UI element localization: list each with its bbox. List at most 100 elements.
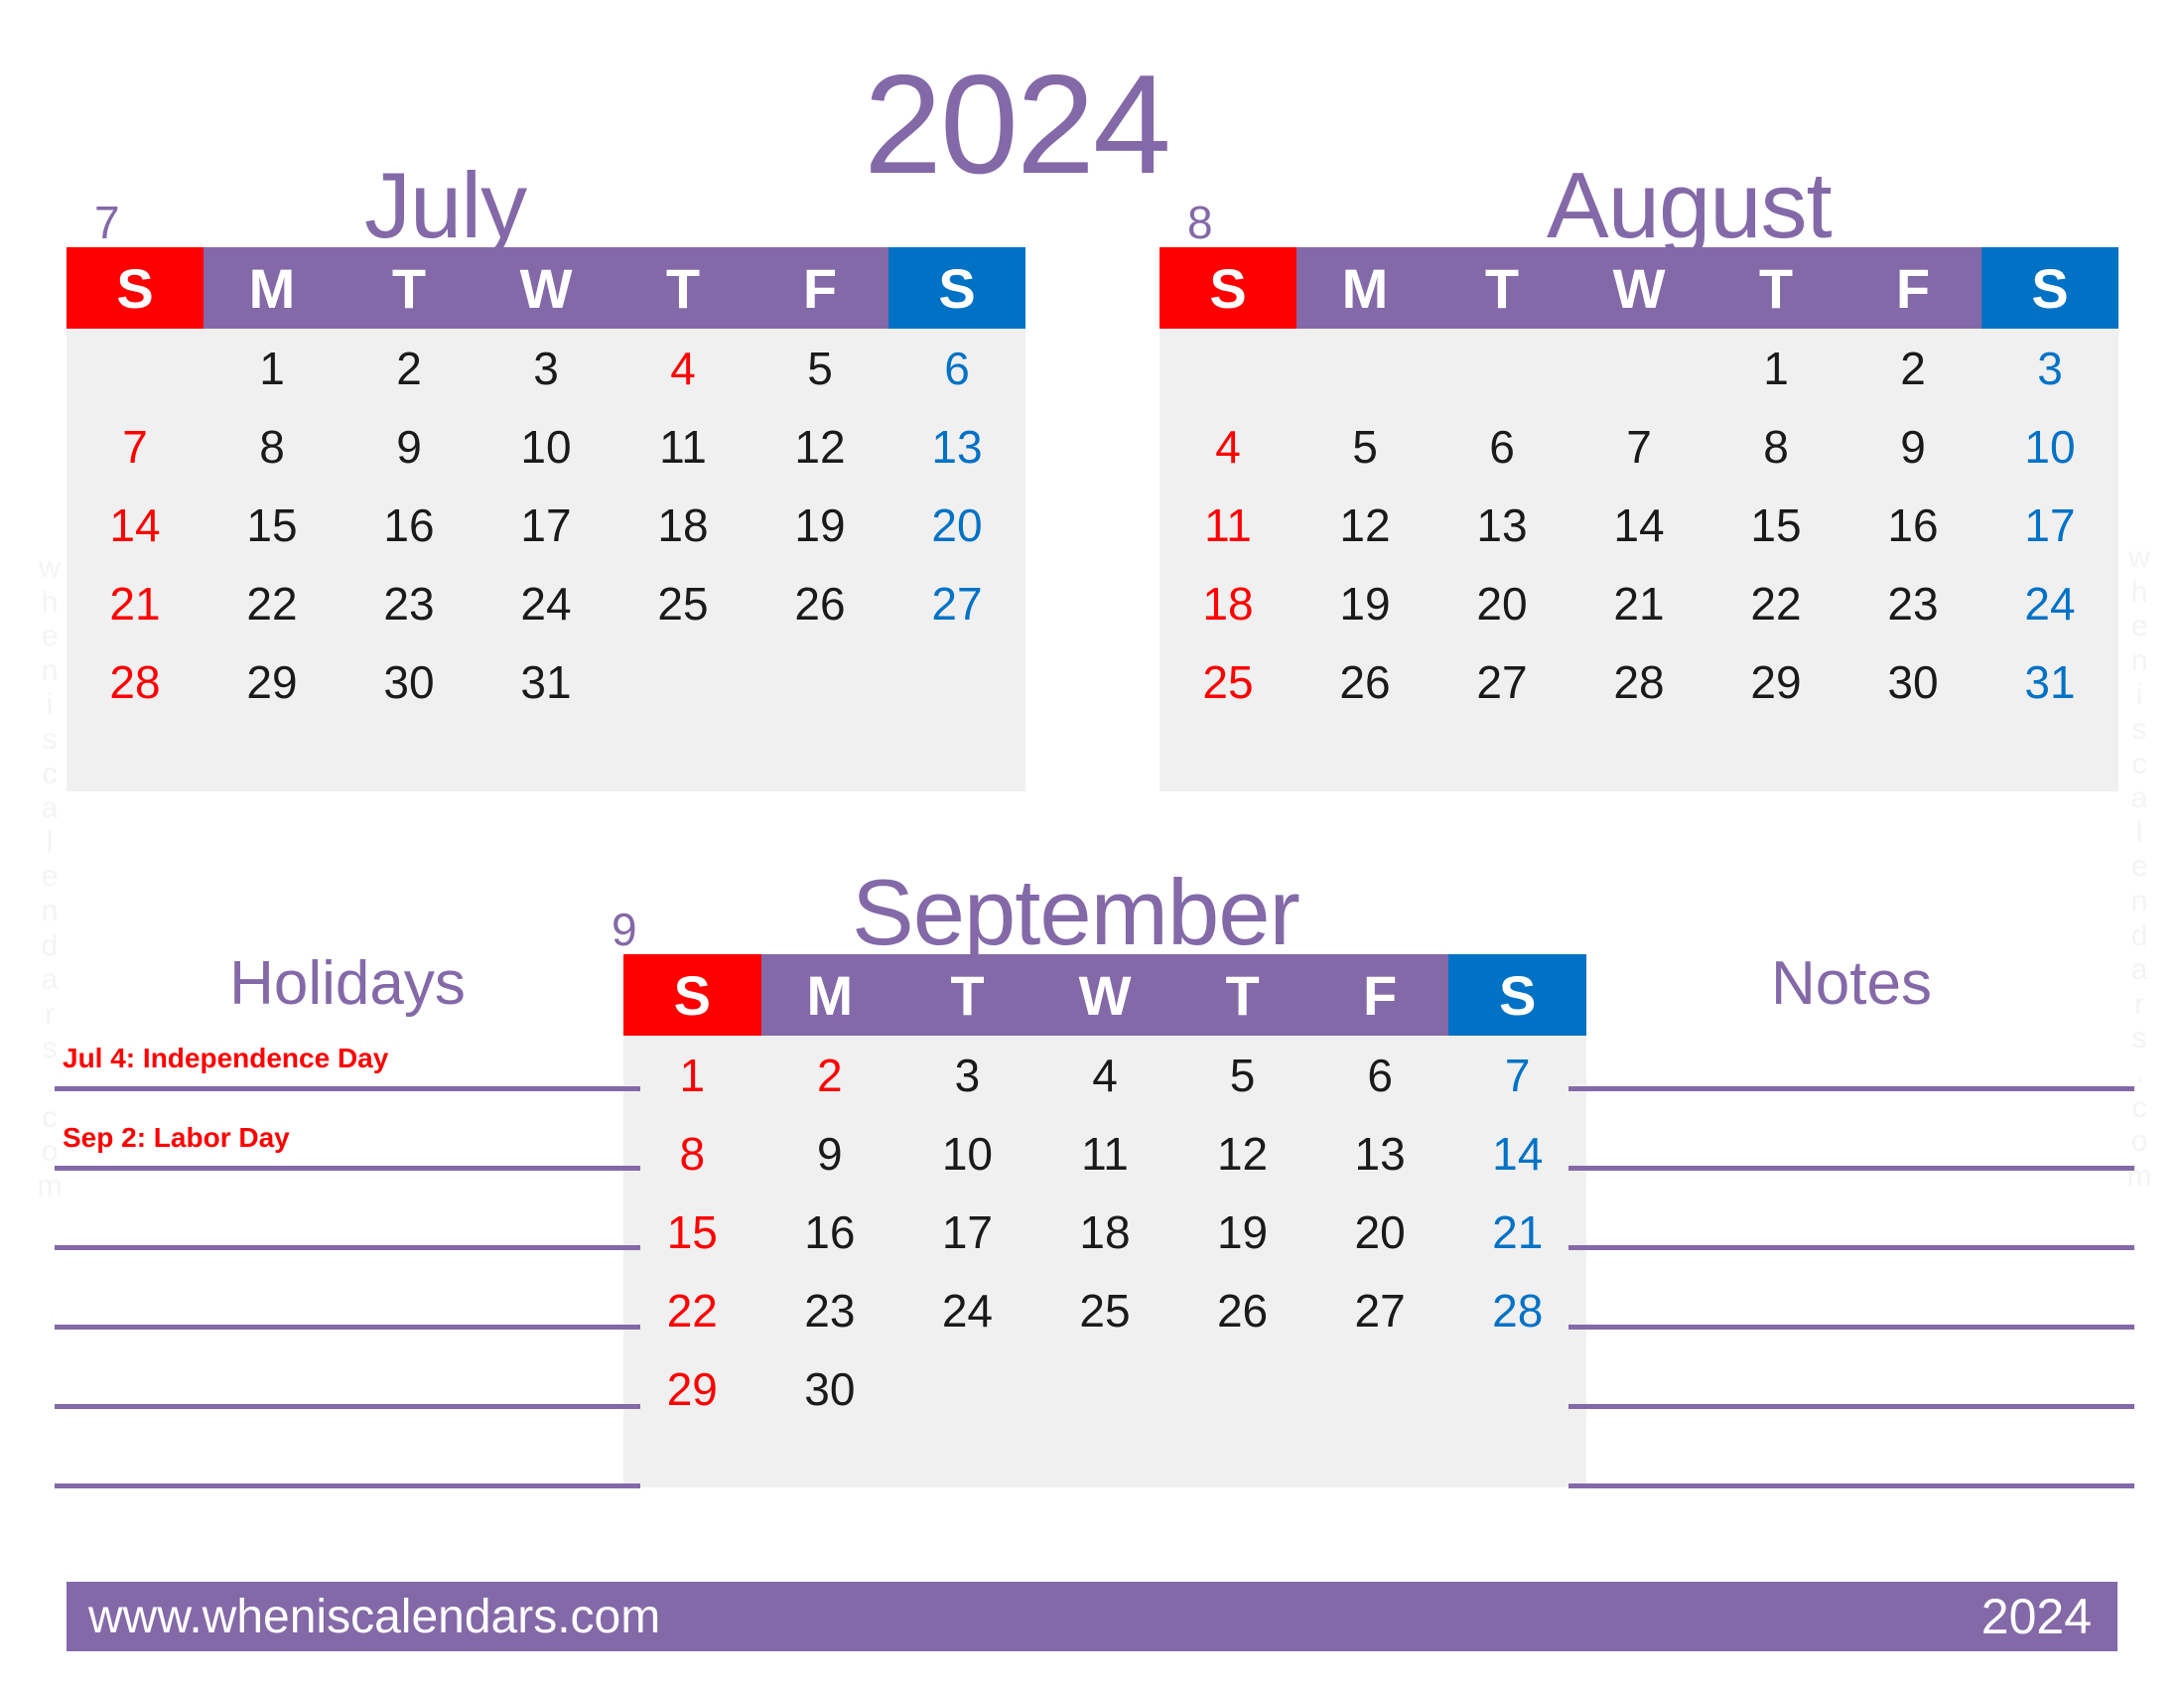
day-cell[interactable]: 13: [1433, 486, 1570, 564]
panel-entry-row[interactable]: Sep 2: Labor Day: [55, 1091, 640, 1166]
day-cell[interactable]: 18: [614, 486, 751, 564]
day-cell[interactable]: 4: [1036, 1036, 1174, 1114]
day-cell[interactable]: 10: [1981, 407, 2118, 486]
day-cell[interactable]: 24: [478, 564, 614, 642]
day-cell[interactable]: 14: [1448, 1114, 1586, 1193]
panel-entry-row[interactable]: [1569, 1171, 2134, 1245]
day-cell[interactable]: 9: [761, 1114, 899, 1193]
day-cell[interactable]: 31: [478, 642, 614, 721]
day-cell[interactable]: 23: [1844, 564, 1981, 642]
day-cell[interactable]: 22: [204, 564, 341, 642]
day-cell[interactable]: 16: [341, 486, 478, 564]
panel-entry-row[interactable]: [1569, 1015, 2134, 1086]
day-cell[interactable]: 9: [1844, 407, 1981, 486]
day-cell[interactable]: 15: [1707, 486, 1844, 564]
day-cell[interactable]: 30: [1844, 642, 1981, 721]
day-cell[interactable]: 7: [67, 407, 204, 486]
day-cell[interactable]: 10: [478, 407, 614, 486]
panel-entry-row[interactable]: [1569, 1250, 2134, 1325]
day-cell[interactable]: 20: [888, 486, 1025, 564]
day-cell[interactable]: 14: [67, 486, 204, 564]
panel-entry-row[interactable]: [55, 1171, 640, 1245]
day-cell[interactable]: 18: [1160, 564, 1297, 642]
day-cell[interactable]: 25: [614, 564, 751, 642]
day-cell[interactable]: 17: [1981, 486, 2118, 564]
day-cell[interactable]: 15: [204, 486, 341, 564]
day-cell[interactable]: 4: [1160, 407, 1297, 486]
day-cell[interactable]: 24: [1981, 564, 2118, 642]
day-cell[interactable]: 1: [1707, 329, 1844, 407]
day-cell[interactable]: 17: [898, 1193, 1036, 1271]
day-cell[interactable]: 2: [761, 1036, 899, 1114]
day-cell[interactable]: 25: [1036, 1271, 1174, 1349]
day-cell[interactable]: 3: [898, 1036, 1036, 1114]
day-cell[interactable]: 21: [1570, 564, 1707, 642]
day-cell[interactable]: 13: [888, 407, 1025, 486]
day-cell[interactable]: 2: [1844, 329, 1981, 407]
day-cell[interactable]: 12: [1173, 1114, 1311, 1193]
day-cell[interactable]: 6: [1433, 407, 1570, 486]
day-cell[interactable]: 14: [1570, 486, 1707, 564]
day-cell[interactable]: 12: [751, 407, 888, 486]
day-cell[interactable]: 29: [204, 642, 341, 721]
day-cell[interactable]: 20: [1433, 564, 1570, 642]
day-cell[interactable]: 16: [761, 1193, 899, 1271]
day-cell[interactable]: 28: [1448, 1271, 1586, 1349]
day-cell[interactable]: 1: [623, 1036, 761, 1114]
day-cell[interactable]: 10: [898, 1114, 1036, 1193]
day-cell[interactable]: 12: [1297, 486, 1433, 564]
day-cell[interactable]: 19: [751, 486, 888, 564]
day-cell[interactable]: 8: [204, 407, 341, 486]
day-cell[interactable]: 21: [67, 564, 204, 642]
day-cell[interactable]: 7: [1570, 407, 1707, 486]
day-cell[interactable]: 27: [1433, 642, 1570, 721]
day-cell[interactable]: 29: [1707, 642, 1844, 721]
day-cell[interactable]: 23: [341, 564, 478, 642]
panel-entry-row[interactable]: [1569, 1330, 2134, 1404]
day-cell[interactable]: 6: [1311, 1036, 1449, 1114]
day-cell[interactable]: 8: [1707, 407, 1844, 486]
day-cell[interactable]: 5: [1297, 407, 1433, 486]
panel-entry-row[interactable]: [1569, 1091, 2134, 1166]
day-cell[interactable]: 23: [761, 1271, 899, 1349]
day-cell[interactable]: 3: [478, 329, 614, 407]
day-cell[interactable]: 19: [1297, 564, 1433, 642]
day-cell[interactable]: 27: [888, 564, 1025, 642]
panel-entry-row[interactable]: [1569, 1409, 2134, 1483]
day-cell[interactable]: 19: [1173, 1193, 1311, 1271]
day-cell[interactable]: 11: [1160, 486, 1297, 564]
day-cell[interactable]: 5: [751, 329, 888, 407]
day-cell[interactable]: 11: [1036, 1114, 1174, 1193]
footer-url[interactable]: www.wheniscalendars.com: [67, 1590, 660, 1644]
panel-entry-row[interactable]: Jul 4: Independence Day: [55, 1015, 640, 1086]
day-cell[interactable]: 25: [1160, 642, 1297, 721]
day-cell[interactable]: 2: [341, 329, 478, 407]
day-cell[interactable]: 3: [1981, 329, 2118, 407]
day-cell[interactable]: 27: [1311, 1271, 1449, 1349]
panel-entry-row[interactable]: [55, 1330, 640, 1404]
day-cell[interactable]: 13: [1311, 1114, 1449, 1193]
day-cell[interactable]: 7: [1448, 1036, 1586, 1114]
day-cell[interactable]: 26: [751, 564, 888, 642]
day-cell[interactable]: 28: [1570, 642, 1707, 721]
day-cell[interactable]: 15: [623, 1193, 761, 1271]
day-cell[interactable]: 24: [898, 1271, 1036, 1349]
day-cell[interactable]: 11: [614, 407, 751, 486]
panel-entry-row[interactable]: [55, 1409, 640, 1483]
panel-entry-row[interactable]: [55, 1250, 640, 1325]
day-cell[interactable]: 21: [1448, 1193, 1586, 1271]
day-cell[interactable]: 28: [67, 642, 204, 721]
day-cell[interactable]: 22: [623, 1271, 761, 1349]
day-cell[interactable]: 30: [341, 642, 478, 721]
day-cell[interactable]: 31: [1981, 642, 2118, 721]
day-cell[interactable]: 20: [1311, 1193, 1449, 1271]
day-cell[interactable]: 18: [1036, 1193, 1174, 1271]
day-cell[interactable]: 6: [888, 329, 1025, 407]
day-cell[interactable]: 22: [1707, 564, 1844, 642]
day-cell[interactable]: 9: [341, 407, 478, 486]
day-cell[interactable]: 4: [614, 329, 751, 407]
day-cell[interactable]: 29: [623, 1349, 761, 1428]
day-cell[interactable]: 26: [1173, 1271, 1311, 1349]
day-cell[interactable]: 30: [761, 1349, 899, 1428]
day-cell[interactable]: 26: [1297, 642, 1433, 721]
